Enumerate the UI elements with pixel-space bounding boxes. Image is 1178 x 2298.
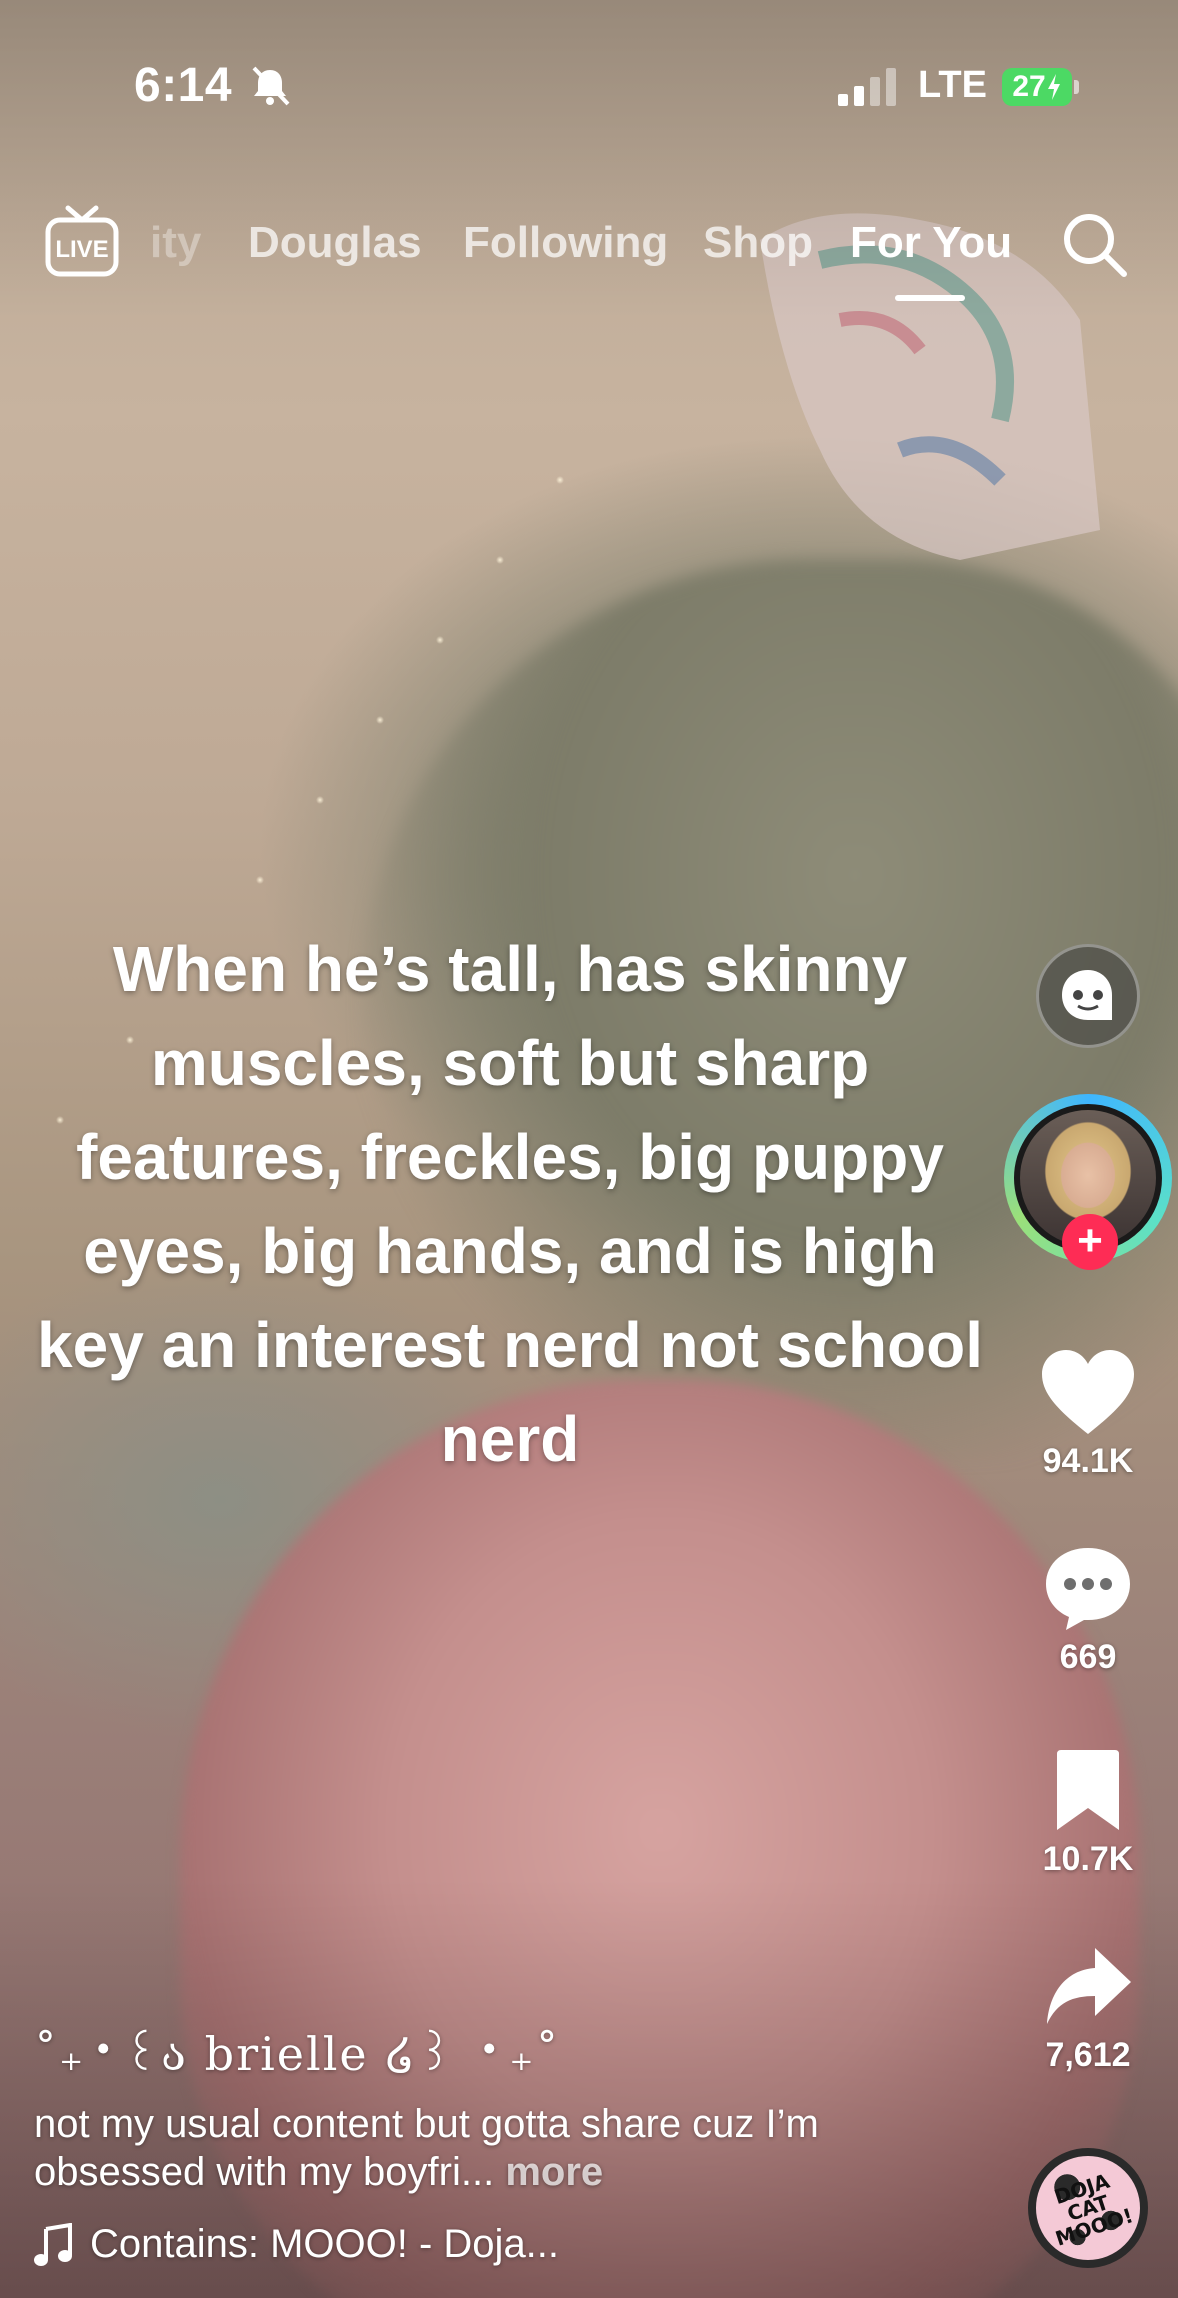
- description-text: not my usual content but gotta share cuz…: [34, 2102, 819, 2194]
- save-count: 10.7K: [1042, 1840, 1134, 1878]
- network-type: LTE: [918, 64, 987, 106]
- sound-title: Contains: MOOO! - Doja...: [90, 2222, 560, 2266]
- save-button[interactable]: 10.7K: [1000, 1746, 1176, 1879]
- like-button[interactable]: 94.1K: [1000, 1348, 1176, 1481]
- heart-icon: [1042, 1350, 1134, 1434]
- comment-button[interactable]: 669: [1000, 1544, 1176, 1677]
- comment-icon: [1046, 1548, 1130, 1630]
- follow-button[interactable]: +: [1062, 1214, 1118, 1270]
- share-button[interactable]: 7,612: [1000, 1944, 1176, 2075]
- music-disc-icon[interactable]: DOJA CAT MOOO!: [1028, 2148, 1148, 2268]
- status-time: 6:14: [134, 59, 233, 112]
- sound-link[interactable]: Contains: MOOO! - Doja...: [34, 2222, 559, 2267]
- ai-chat-icon: [1062, 970, 1112, 1020]
- tab-following[interactable]: Following: [463, 218, 668, 268]
- tab-douglas[interactable]: Douglas: [248, 218, 422, 268]
- music-disc-label: DOJA CAT MOOO!: [1051, 2168, 1136, 2251]
- tab-for-you[interactable]: For You: [850, 218, 1012, 268]
- bell-slash-icon: [252, 66, 290, 106]
- right-action-rail: + 94.1K 669 10.7K 7,612 DOJA CAT MOOO!: [1000, 0, 1178, 2298]
- more-link[interactable]: more: [505, 2150, 603, 2194]
- tab-shop[interactable]: Shop: [703, 218, 813, 268]
- like-count: 94.1K: [1042, 1442, 1134, 1480]
- share-arrow-icon: [1047, 1948, 1131, 2024]
- share-count: 7,612: [1045, 2036, 1131, 2074]
- music-note-icon: [34, 2222, 72, 2266]
- tab-community[interactable]: ity: [150, 218, 201, 268]
- ai-assistant-button[interactable]: [1036, 944, 1140, 1048]
- live-icon[interactable]: LIVE: [44, 204, 120, 280]
- post-description[interactable]: not my usual content but gotta share cuz…: [34, 2100, 934, 2196]
- bookmark-icon: [1057, 1750, 1119, 1830]
- live-label: LIVE: [55, 236, 108, 263]
- signal-icon: [838, 68, 896, 106]
- tiktok-for-you-screen: 6:14 LTE 27 LIVE ity Douglas Following S…: [0, 0, 1178, 2298]
- video-caption-overlay: When he’s tall, has skinny muscles, soft…: [37, 933, 983, 1475]
- creator-username[interactable]: ˚₊‧꒰ა brielle ໒꒱ ‧₊˚: [34, 2022, 561, 2082]
- comment-count: 669: [1059, 1638, 1117, 1676]
- active-tab-indicator: [895, 295, 965, 301]
